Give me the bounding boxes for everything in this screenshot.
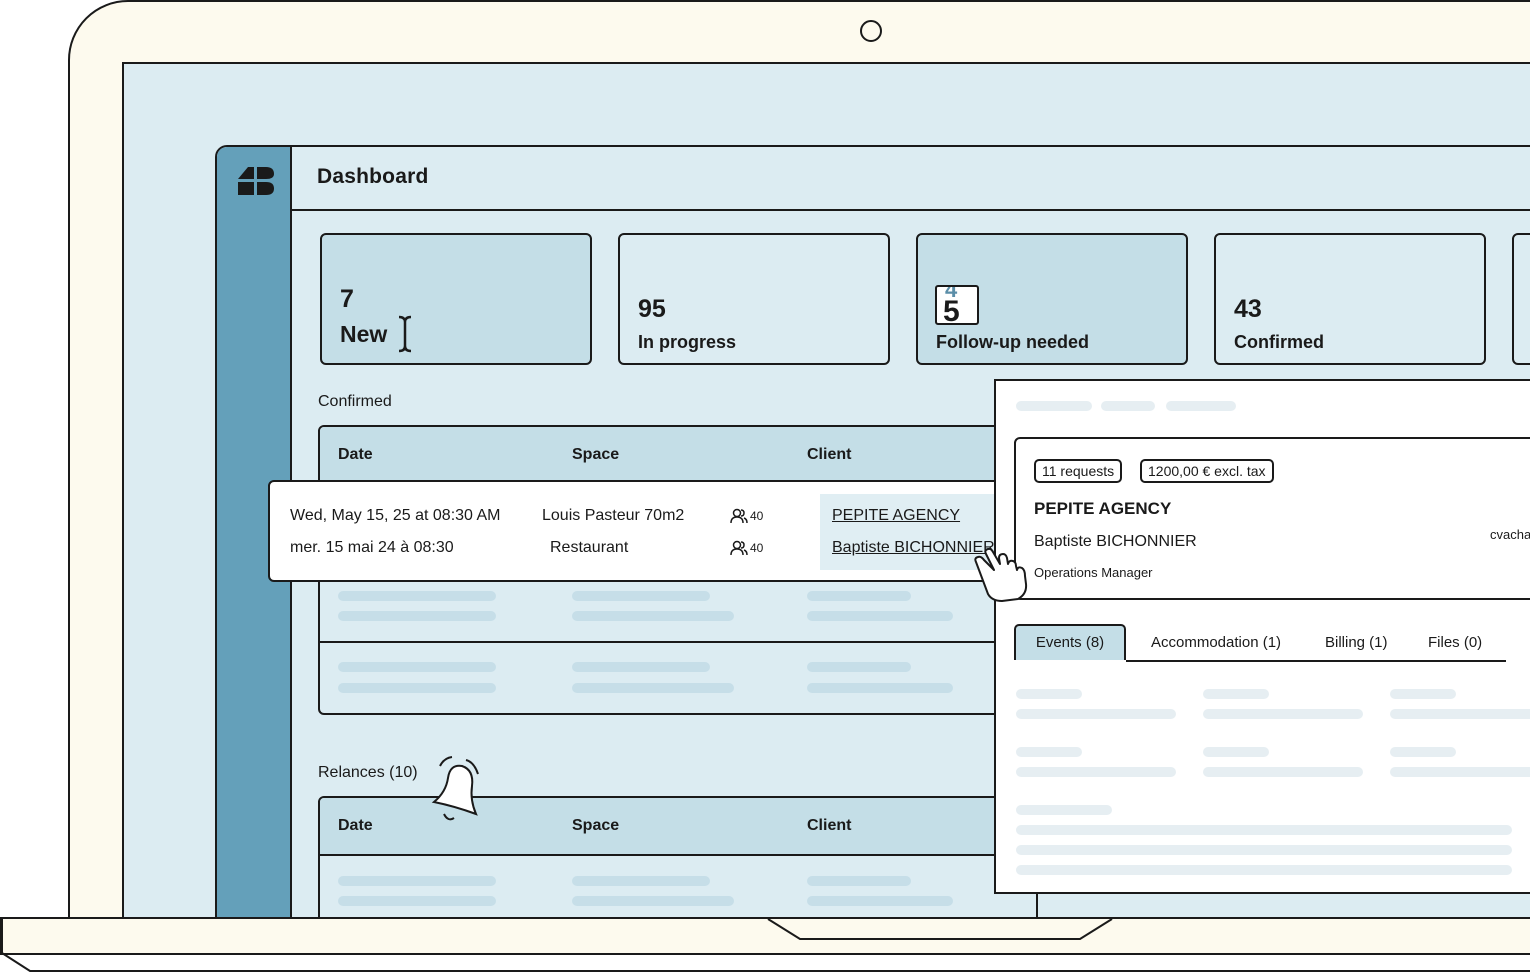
- column-header-client: Client: [807, 446, 852, 463]
- section-title-relances: Relances (10): [318, 764, 418, 781]
- skeleton-line: [338, 896, 496, 906]
- skeleton-line: [807, 611, 953, 621]
- skeleton-line: [1016, 865, 1512, 875]
- skeleton-line: [1016, 825, 1512, 835]
- flip-counter: 4 5: [935, 285, 979, 325]
- text-cursor-icon: [398, 315, 412, 353]
- column-header-space: Space: [572, 817, 620, 834]
- page-title: Dashboard: [317, 165, 429, 188]
- stat-card-confirmed[interactable]: 43 Confirmed: [1214, 233, 1486, 365]
- client-contact: Baptiste BICHONNIER: [1034, 533, 1197, 550]
- stat-card-more[interactable]: [1512, 233, 1530, 365]
- row-divider: [320, 641, 1036, 643]
- capacity: 40: [730, 508, 763, 524]
- skeleton-line: [572, 896, 734, 906]
- skeleton-line: [1390, 689, 1456, 699]
- skeleton-line: [572, 876, 710, 886]
- tab-billing[interactable]: Billing (1): [1325, 634, 1388, 651]
- client-card: 11 requests 1200,00 € excl. tax PEPITE A…: [1014, 437, 1530, 600]
- client-name-link[interactable]: Baptiste BICHONNIER: [832, 539, 995, 557]
- skeleton-line: [1016, 689, 1082, 699]
- capacity: 40: [730, 540, 763, 556]
- stat-label: New: [340, 321, 388, 347]
- client-company-link[interactable]: PEPITE AGENCY: [832, 507, 960, 525]
- app-header: Dashboard: [292, 147, 1530, 211]
- column-header-date: Date: [338, 817, 373, 834]
- row-space: Louis Pasteur 70m2: [542, 507, 685, 524]
- skeleton-line: [572, 683, 734, 693]
- skeleton-line: [1203, 709, 1363, 719]
- camera-icon: [860, 20, 882, 42]
- skeleton-line: [1101, 401, 1155, 411]
- stat-card-in-progress[interactable]: 95 In progress: [618, 233, 890, 365]
- stat-value: 43: [1234, 295, 1262, 323]
- skeleton-line: [572, 591, 710, 601]
- skeleton-line: [338, 662, 496, 672]
- skeleton-line: [1390, 747, 1456, 757]
- row-date-en: Wed, May 15, 25 at 08:30 AM: [290, 507, 501, 524]
- skeleton-line: [1016, 767, 1176, 777]
- skeleton-line: [1166, 401, 1236, 411]
- skeleton-line: [807, 683, 953, 693]
- skeleton-line: [807, 876, 911, 886]
- skeleton-line: [1016, 747, 1082, 757]
- tabs-underline: [1126, 660, 1506, 662]
- skeleton-line: [1016, 709, 1176, 719]
- stat-label: Follow-up needed: [936, 332, 1089, 352]
- skeleton-line: [1016, 845, 1512, 855]
- stat-value: 95: [638, 295, 666, 323]
- requests-badge: 11 requests: [1034, 459, 1123, 483]
- client-detail-panel: 11 requests 1200,00 € excl. tax PEPITE A…: [994, 379, 1530, 894]
- client-company: PEPITE AGENCY: [1034, 499, 1172, 518]
- laptop-base-outline: [1, 918, 1530, 972]
- skeleton-line: [1390, 767, 1530, 777]
- skeleton-line: [1203, 767, 1363, 777]
- stat-value: 7: [340, 285, 354, 313]
- bell-icon: [431, 756, 479, 821]
- stat-card-new[interactable]: 7 New: [320, 233, 592, 365]
- skeleton-line: [1203, 689, 1269, 699]
- skeleton-line: [1016, 401, 1092, 411]
- row-space-type: Restaurant: [550, 539, 629, 556]
- capacity-value: 40: [750, 509, 764, 523]
- column-header-space: Space: [572, 446, 620, 463]
- tab-events[interactable]: Events (8): [1014, 624, 1126, 660]
- table-row-selected[interactable]: Wed, May 15, 25 at 08:30 AM mer. 15 mai …: [268, 480, 1008, 582]
- amount-badge: 1200,00 € excl. tax: [1140, 459, 1274, 483]
- section-title-confirmed: Confirmed: [318, 393, 392, 410]
- stat-card-follow-up[interactable]: 4 5 Follow-up needed: [916, 233, 1188, 365]
- skeleton-line: [807, 591, 911, 601]
- row-date-fr: mer. 15 mai 24 à 08:30: [290, 539, 454, 556]
- skeleton-line: [572, 611, 734, 621]
- stat-label: In progress: [638, 332, 737, 352]
- skeleton-line: [1390, 709, 1530, 719]
- tab-accommodation[interactable]: Accommodation (1): [1151, 634, 1281, 651]
- capacity-value: 40: [750, 541, 764, 555]
- people-icon: [730, 540, 748, 556]
- skeleton-line: [338, 876, 496, 886]
- tab-files[interactable]: Files (0): [1428, 634, 1482, 651]
- people-icon: [730, 508, 748, 524]
- counter-current: 5: [943, 295, 960, 325]
- skeleton-line: [572, 662, 710, 672]
- skeleton-line: [807, 896, 953, 906]
- hand-pointer-icon: [974, 548, 1028, 602]
- column-header-date: Date: [338, 446, 373, 463]
- client-extra: cvacha: [1490, 527, 1530, 542]
- logo-icon: [238, 167, 274, 195]
- stat-label: Confirmed: [1234, 332, 1324, 352]
- column-header-client: Client: [807, 817, 852, 834]
- skeleton-line: [338, 683, 496, 693]
- skeleton-line: [338, 591, 496, 601]
- skeleton-line: [807, 662, 911, 672]
- client-role: Operations Manager: [1034, 565, 1153, 580]
- skeleton-line: [1203, 747, 1269, 757]
- skeleton-line: [338, 611, 496, 621]
- table-header: Date Space Client: [320, 427, 1036, 485]
- skeleton-line: [1016, 805, 1112, 815]
